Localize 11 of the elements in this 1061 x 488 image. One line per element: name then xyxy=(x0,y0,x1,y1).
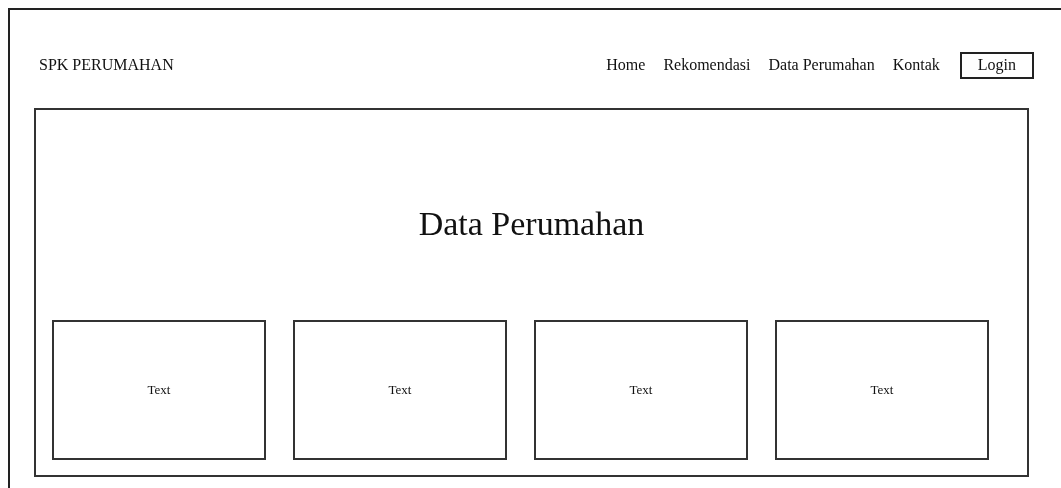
nav-link[interactable]: Rekomendasi xyxy=(663,56,751,74)
page-heading: Data Perumahan xyxy=(418,203,645,244)
housing-card: Text xyxy=(775,320,989,460)
nav-link[interactable]: Kontak xyxy=(892,56,940,74)
brand-name: SPK PERUMAHAN xyxy=(39,56,174,74)
login-button[interactable]: Login xyxy=(959,51,1034,79)
nav-link[interactable]: Data Perumahan xyxy=(768,56,875,74)
housing-card: Text xyxy=(534,320,748,460)
housing-card: Text xyxy=(293,320,507,460)
housing-card: Text xyxy=(52,320,266,460)
nav-link[interactable]: Home xyxy=(606,56,646,74)
